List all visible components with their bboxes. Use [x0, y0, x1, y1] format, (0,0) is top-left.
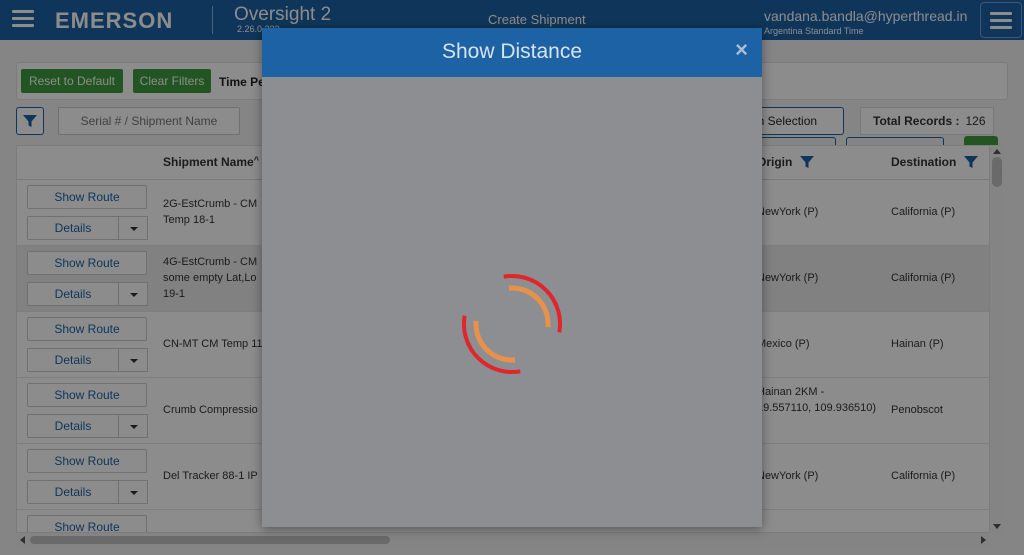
spinner-arc [462, 315, 521, 374]
close-icon[interactable]: × [735, 38, 748, 62]
spinner-arc [503, 274, 562, 333]
modal-header: Show Distance × [262, 28, 762, 77]
loading-spinner-icon [462, 274, 562, 374]
show-distance-modal: Show Distance × [262, 28, 762, 527]
modal-title: Show Distance [441, 40, 583, 63]
spinner-arc [473, 320, 516, 363]
spinner-arc [508, 285, 551, 328]
